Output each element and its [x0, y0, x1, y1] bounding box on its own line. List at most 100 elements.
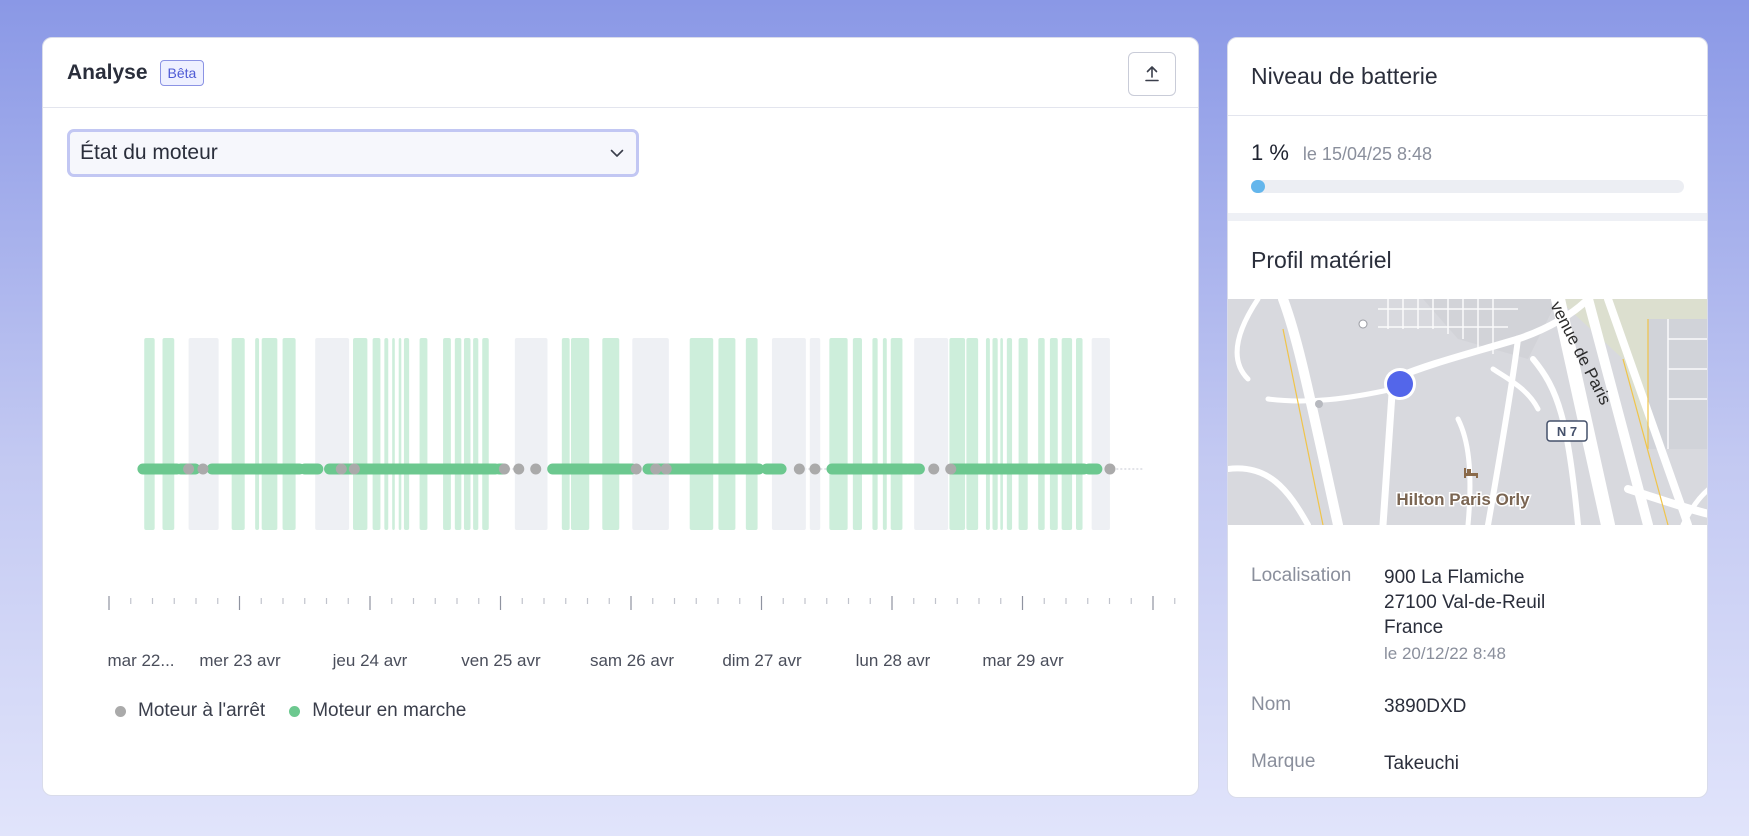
- location-line-2: 27100 Val-de-Reuil: [1384, 592, 1546, 613]
- stopped-point: [183, 463, 195, 475]
- battery-value: 1 %: [1251, 140, 1289, 165]
- beta-badge: Bêta: [159, 59, 205, 86]
- running-band: [384, 338, 389, 530]
- running-band: [949, 338, 966, 530]
- map-canvas: venue de Paris N 7 Hilton Paris Orly: [1228, 299, 1707, 525]
- location-line-3: France: [1384, 617, 1444, 638]
- running-band: [392, 338, 395, 530]
- profile-title: Profil matériel: [1251, 246, 1392, 273]
- running-band: [985, 338, 990, 530]
- chart-legend: Moteur à l'arrêt Moteur en marche: [115, 700, 466, 722]
- running-band: [852, 338, 862, 530]
- stopped-point: [197, 463, 209, 475]
- legend-label-running: Moteur en marche: [312, 700, 467, 721]
- legend-label-stopped: Moteur à l'arrêt: [138, 700, 266, 721]
- upload-icon: [1145, 66, 1159, 82]
- running-band: [255, 338, 260, 530]
- name-value: 3890DXD: [1384, 696, 1467, 717]
- running-band: [718, 338, 736, 530]
- running-band: [689, 338, 714, 530]
- info-row-location: Localisation 900 La Flamiche 27100 Val-d…: [1251, 565, 1684, 664]
- battery-body: 1 % le 15/04/25 8:48: [1228, 116, 1707, 221]
- running-band: [1061, 338, 1073, 530]
- battery-progress-track: [1251, 180, 1684, 193]
- map-shield-label: N 7: [1557, 424, 1577, 439]
- stopped-band: [771, 338, 806, 530]
- x-tick-label: dim 27 avr: [722, 651, 802, 670]
- analysis-header: Analyse Bêta: [43, 38, 1198, 108]
- running-band: [1038, 338, 1045, 530]
- legend-item-stopped[interactable]: Moteur à l'arrêt: [115, 700, 265, 722]
- x-tick-label: mar 22...: [107, 651, 174, 670]
- location-label: Localisation: [1251, 565, 1352, 586]
- running-band: [372, 338, 381, 530]
- stopped-point: [928, 463, 940, 475]
- info-row-name: Nom 3890DXD: [1251, 694, 1684, 719]
- running-band: [482, 338, 489, 530]
- profile-info: Localisation 900 La Flamiche 27100 Val-d…: [1228, 525, 1707, 776]
- running-band: [463, 338, 471, 530]
- engine-state-chart: mar 22... mer 23 avr jeu 24 avr ven 25 avr s…: [107, 338, 1176, 670]
- analysis-title: Analyse: [67, 60, 148, 84]
- running-band: [231, 338, 245, 530]
- x-tick-label: sam 26 avr: [590, 651, 674, 670]
- stopped-point: [660, 463, 672, 475]
- running-band: [261, 338, 278, 530]
- running-band: [473, 338, 479, 530]
- stopped-point: [348, 463, 360, 475]
- running-band: [1076, 338, 1083, 530]
- stopped-band: [514, 338, 548, 530]
- stopped-band: [809, 338, 821, 530]
- chevron-down-icon: [610, 149, 624, 157]
- location-line-1: 900 La Flamiche: [1384, 567, 1525, 588]
- map-poi-label: Hilton Paris Orly: [1396, 490, 1530, 509]
- running-band: [282, 338, 296, 530]
- stopped-point: [498, 463, 510, 475]
- name-label: Nom: [1251, 694, 1292, 715]
- x-tick-label: lun 28 avr: [856, 651, 931, 670]
- info-row-brand: Marque Takeuchi: [1251, 751, 1684, 776]
- stopped-band: [914, 338, 949, 530]
- export-button[interactable]: [1128, 52, 1176, 96]
- running-band: [398, 338, 402, 530]
- running-band: [872, 338, 878, 530]
- stopped-point: [945, 463, 957, 475]
- location-map[interactable]: venue de Paris N 7 Hilton Paris Orly: [1228, 299, 1707, 525]
- running-band: [162, 338, 175, 530]
- battery-progress-fill: [1251, 180, 1265, 193]
- profile-header: Profil matériel: [1228, 221, 1707, 299]
- stopped-band: [1091, 338, 1110, 530]
- stopped-point: [793, 463, 805, 475]
- running-band: [353, 338, 368, 530]
- side-card: Niveau de batterie 1 % le 15/04/25 8:48 …: [1227, 37, 1708, 798]
- legend-item-running[interactable]: Moteur en marche: [289, 700, 466, 722]
- running-band: [829, 338, 848, 530]
- battery-date: le 15/04/25 8:48: [1302, 144, 1433, 164]
- brand-label: Marque: [1251, 751, 1316, 772]
- running-band: [454, 338, 462, 530]
- running-band: [1018, 338, 1028, 530]
- running-band: [890, 338, 903, 530]
- location-date: le 20/12/22 8:48: [1384, 644, 1506, 663]
- running-band: [419, 338, 428, 530]
- stopped-point: [809, 463, 821, 475]
- x-tick-label: ven 25 avr: [461, 651, 541, 670]
- running-band: [745, 338, 758, 530]
- running-band: [403, 338, 410, 530]
- running-band: [602, 338, 620, 530]
- stopped-band: [188, 338, 219, 530]
- location-pin-icon: [1384, 368, 1416, 400]
- stopped-point: [335, 463, 347, 475]
- brand-value: Takeuchi: [1384, 753, 1459, 774]
- running-band: [966, 338, 979, 530]
- metric-select[interactable]: État du moteur: [67, 129, 639, 177]
- x-tick-label: jeu 24 avr: [332, 651, 408, 670]
- battery-title: Niveau de batterie: [1251, 63, 1438, 89]
- metric-select-value: État du moteur: [80, 141, 218, 164]
- legend-dot-running: [289, 705, 301, 717]
- running-band: [1000, 338, 1003, 530]
- running-band: [1006, 338, 1013, 530]
- stopped-point: [530, 463, 542, 475]
- running-band: [882, 338, 887, 530]
- stopped-point: [513, 463, 525, 475]
